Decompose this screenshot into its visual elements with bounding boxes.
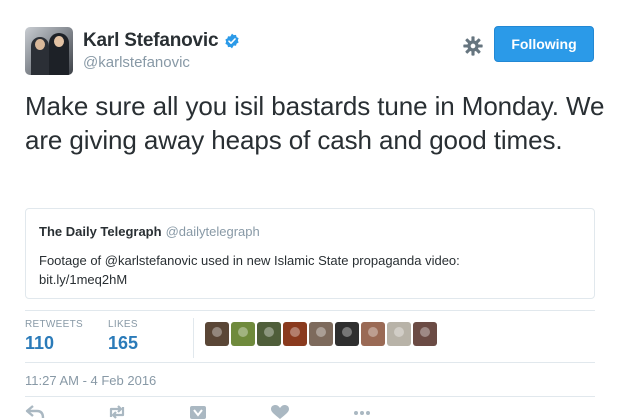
tweet-text: Make sure all you isil bastards tune in … xyxy=(25,91,605,155)
retweets-label: RETWEETS xyxy=(25,319,83,330)
liker-avatar[interactable] xyxy=(335,322,359,346)
retweets-count[interactable]: 110 xyxy=(25,333,54,354)
following-button[interactable]: Following xyxy=(494,26,594,62)
liker-avatar[interactable] xyxy=(283,322,307,346)
stats-top-divider xyxy=(25,310,595,311)
quoted-tweet-link[interactable]: bit.ly/1meq2hM xyxy=(39,270,579,289)
user-name[interactable]: Karl Stefanovic xyxy=(83,30,219,52)
verified-badge-icon xyxy=(225,33,239,49)
stats-bottom-divider xyxy=(25,362,595,363)
heart-icon[interactable] xyxy=(270,405,290,419)
tweet-card: Karl Stefanovic @karlstefanovic Followin… xyxy=(0,0,625,419)
quoted-tweet-text: Footage of @karlstefanovic used in new I… xyxy=(39,251,579,289)
liker-avatar[interactable] xyxy=(387,322,411,346)
liker-avatar[interactable] xyxy=(413,322,437,346)
avatar[interactable] xyxy=(25,27,73,75)
liker-avatar[interactable] xyxy=(205,322,229,346)
retweet-icon[interactable] xyxy=(107,405,127,419)
user-handle[interactable]: @karlstefanovic xyxy=(83,54,190,71)
liker-avatar[interactable] xyxy=(257,322,281,346)
quoted-user-handle: @dailytelegraph xyxy=(165,224,260,239)
likers-avatars xyxy=(205,322,439,346)
more-icon[interactable] xyxy=(352,405,372,419)
likes-label: LIKES xyxy=(108,319,138,330)
reply-icon[interactable] xyxy=(25,405,45,419)
quoted-tweet-line: Footage of @karlstefanovic used in new I… xyxy=(39,253,460,268)
quoted-tweet-header: The Daily Telegraph @dailytelegraph xyxy=(39,224,260,239)
liker-avatar[interactable] xyxy=(309,322,333,346)
actions-divider xyxy=(25,396,595,397)
liker-avatar[interactable] xyxy=(361,322,385,346)
liker-avatar[interactable] xyxy=(231,322,255,346)
quoted-tweet[interactable]: The Daily Telegraph @dailytelegraph Foota… xyxy=(25,208,595,299)
stats-separator xyxy=(193,318,194,358)
timestamp[interactable]: 11:27 AM - 4 Feb 2016 xyxy=(25,373,156,388)
gear-icon[interactable] xyxy=(462,35,484,57)
likes-count[interactable]: 165 xyxy=(108,333,138,354)
quoted-user-name: The Daily Telegraph xyxy=(39,224,162,239)
vine-icon[interactable] xyxy=(188,405,208,419)
user-name-row[interactable]: Karl Stefanovic xyxy=(83,30,240,52)
